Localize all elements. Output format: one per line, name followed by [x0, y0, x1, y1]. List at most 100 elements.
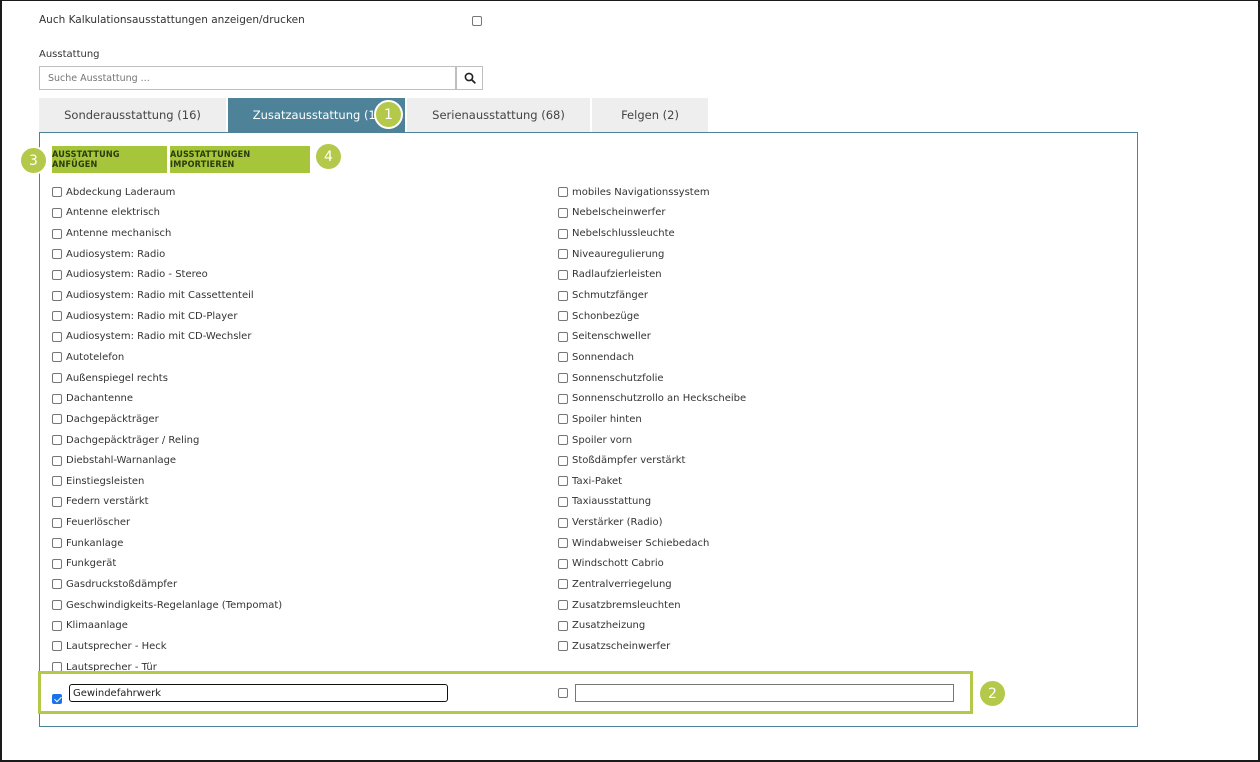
equipment-item[interactable]: Nebelschlussleuchte: [558, 223, 746, 244]
equipment-item[interactable]: mobiles Navigationssystem: [558, 182, 746, 203]
equipment-checkbox[interactable]: [52, 290, 62, 301]
equipment-checkbox[interactable]: [558, 228, 568, 239]
ausstattung-anfuegen-button[interactable]: AUSSTATTUNG ANFÜGEN: [52, 146, 167, 173]
equipment-item[interactable]: Antenne mechanisch: [52, 223, 282, 244]
equipment-item[interactable]: Einstiegsleisten: [52, 471, 282, 492]
equipment-item[interactable]: Geschwindigkeits-Regelanlage (Tempomat): [52, 595, 282, 616]
equipment-checkbox[interactable]: [558, 331, 568, 342]
equipment-checkbox[interactable]: [558, 187, 568, 198]
equipment-item[interactable]: Antenne elektrisch: [52, 203, 282, 224]
equipment-item[interactable]: Radlaufzierleisten: [558, 265, 746, 286]
equipment-item[interactable]: Taxiausstattung: [558, 492, 746, 513]
equipment-item[interactable]: Stoßdämpfer verstärkt: [558, 450, 746, 471]
equipment-checkbox[interactable]: [52, 269, 62, 280]
equipment-item[interactable]: Seitenschweller: [558, 326, 746, 347]
ausstattungen-importieren-button[interactable]: AUSSTATTUNGEN IMPORTIEREN: [170, 146, 310, 173]
equipment-item[interactable]: Federn verstärkt: [52, 492, 282, 513]
tab-sonderausstattung[interactable]: Sonderausstattung (16): [39, 98, 226, 132]
equipment-item[interactable]: Audiosystem: Radio - Stereo: [52, 265, 282, 286]
equipment-checkbox[interactable]: [558, 435, 568, 445]
equipment-item[interactable]: Schmutzfänger: [558, 285, 746, 306]
equipment-item[interactable]: Audiosystem: Radio mit CD-Player: [52, 306, 282, 327]
equipment-checkbox[interactable]: [558, 352, 568, 363]
equipment-item[interactable]: Klimaanlage: [52, 615, 282, 636]
equipment-checkbox[interactable]: [558, 538, 568, 549]
equipment-checkbox[interactable]: [52, 455, 62, 466]
equipment-checkbox[interactable]: [558, 496, 568, 507]
equipment-item[interactable]: Taxi-Paket: [558, 471, 746, 492]
search-button[interactable]: [456, 66, 483, 90]
equipment-item[interactable]: Schonbezüge: [558, 306, 746, 327]
equipment-checkbox[interactable]: [52, 620, 62, 631]
equipment-item[interactable]: Windschott Cabrio: [558, 554, 746, 575]
equipment-item[interactable]: Sonnendach: [558, 347, 746, 368]
equipment-checkbox[interactable]: [558, 641, 568, 652]
equipment-item[interactable]: Zentralverriegelung: [558, 574, 746, 595]
equipment-item[interactable]: Niveauregulierung: [558, 244, 746, 265]
equipment-item[interactable]: Außenspiegel rechts: [52, 368, 282, 389]
equipment-item[interactable]: Sonnenschutzfolie: [558, 368, 746, 389]
equipment-checkbox[interactable]: [52, 641, 62, 652]
equipment-item[interactable]: Abdeckung Laderaum: [52, 182, 282, 203]
equipment-checkbox[interactable]: [558, 290, 568, 301]
equipment-item[interactable]: Gasdruckstoßdämpfer: [52, 574, 282, 595]
equipment-item[interactable]: Spoiler vorn: [558, 430, 746, 451]
equipment-item[interactable]: Audiosystem: Radio mit Cassettenteil: [52, 285, 282, 306]
equipment-item[interactable]: Audiosystem: Radio: [52, 244, 282, 265]
equipment-checkbox[interactable]: [558, 558, 568, 569]
search-input[interactable]: [39, 66, 456, 90]
equipment-item[interactable]: Dachgepäckträger / Reling: [52, 430, 282, 451]
tab-serienausstattung[interactable]: Serienausstattung (68): [407, 98, 590, 132]
equipment-item[interactable]: Zusatzscheinwerfer: [558, 636, 746, 657]
equipment-item[interactable]: Funkgerät: [52, 554, 282, 575]
equipment-checkbox[interactable]: [52, 393, 62, 404]
equipment-checkbox[interactable]: [558, 249, 568, 260]
equipment-checkbox[interactable]: [558, 620, 568, 631]
equipment-checkbox[interactable]: [558, 455, 568, 466]
equipment-checkbox[interactable]: [558, 476, 568, 487]
equipment-checkbox[interactable]: [52, 476, 62, 487]
equipment-checkbox[interactable]: [52, 311, 62, 322]
equipment-item[interactable]: Feuerlöscher: [52, 512, 282, 533]
tab-felgen[interactable]: Felgen (2): [592, 98, 708, 132]
equipment-checkbox[interactable]: [52, 517, 62, 528]
equipment-checkbox[interactable]: [558, 269, 568, 280]
equipment-checkbox[interactable]: [558, 579, 568, 590]
equipment-checkbox[interactable]: [558, 373, 568, 384]
equipment-item[interactable]: Verstärker (Radio): [558, 512, 746, 533]
equipment-item[interactable]: Dachgepäckträger: [52, 409, 282, 430]
equipment-item[interactable]: Funkanlage: [52, 533, 282, 554]
equipment-checkbox[interactable]: [558, 311, 568, 322]
equipment-checkbox[interactable]: [52, 331, 62, 342]
equipment-item[interactable]: Spoiler hinten: [558, 409, 746, 430]
custom-entry-1-checkbox[interactable]: [52, 693, 62, 704]
equipment-item[interactable]: Sonnenschutzrollo an Heckscheibe: [558, 388, 746, 409]
equipment-checkbox[interactable]: [52, 600, 62, 611]
custom-entry-1-input[interactable]: [69, 684, 448, 702]
kalkulation-checkbox[interactable]: [472, 16, 482, 26]
equipment-checkbox[interactable]: [558, 414, 568, 425]
equipment-checkbox[interactable]: [52, 352, 62, 363]
equipment-checkbox[interactable]: [52, 207, 62, 218]
equipment-item[interactable]: Dachantenne: [52, 388, 282, 409]
equipment-item[interactable]: Diebstahl-Warnanlage: [52, 450, 282, 471]
equipment-item[interactable]: Autotelefon: [52, 347, 282, 368]
custom-entry-2-input[interactable]: [575, 684, 954, 702]
equipment-checkbox[interactable]: [52, 579, 62, 590]
equipment-checkbox[interactable]: [52, 228, 62, 239]
equipment-item[interactable]: Nebelscheinwerfer: [558, 203, 746, 224]
equipment-checkbox[interactable]: [52, 249, 62, 260]
equipment-item[interactable]: Zusatzbremsleuchten: [558, 595, 746, 616]
equipment-checkbox[interactable]: [558, 517, 568, 528]
equipment-item[interactable]: Zusatzheizung: [558, 615, 746, 636]
equipment-checkbox[interactable]: [52, 496, 62, 507]
custom-entry-2-checkbox[interactable]: [558, 688, 568, 698]
equipment-checkbox[interactable]: [558, 393, 568, 404]
equipment-checkbox[interactable]: [52, 414, 62, 425]
equipment-item[interactable]: Windabweiser Schiebedach: [558, 533, 746, 554]
equipment-checkbox[interactable]: [558, 207, 568, 218]
equipment-item[interactable]: Audiosystem: Radio mit CD-Wechsler: [52, 326, 282, 347]
equipment-item[interactable]: Lautsprecher - Heck: [52, 636, 282, 657]
equipment-checkbox[interactable]: [52, 558, 62, 569]
equipment-checkbox[interactable]: [52, 373, 62, 384]
